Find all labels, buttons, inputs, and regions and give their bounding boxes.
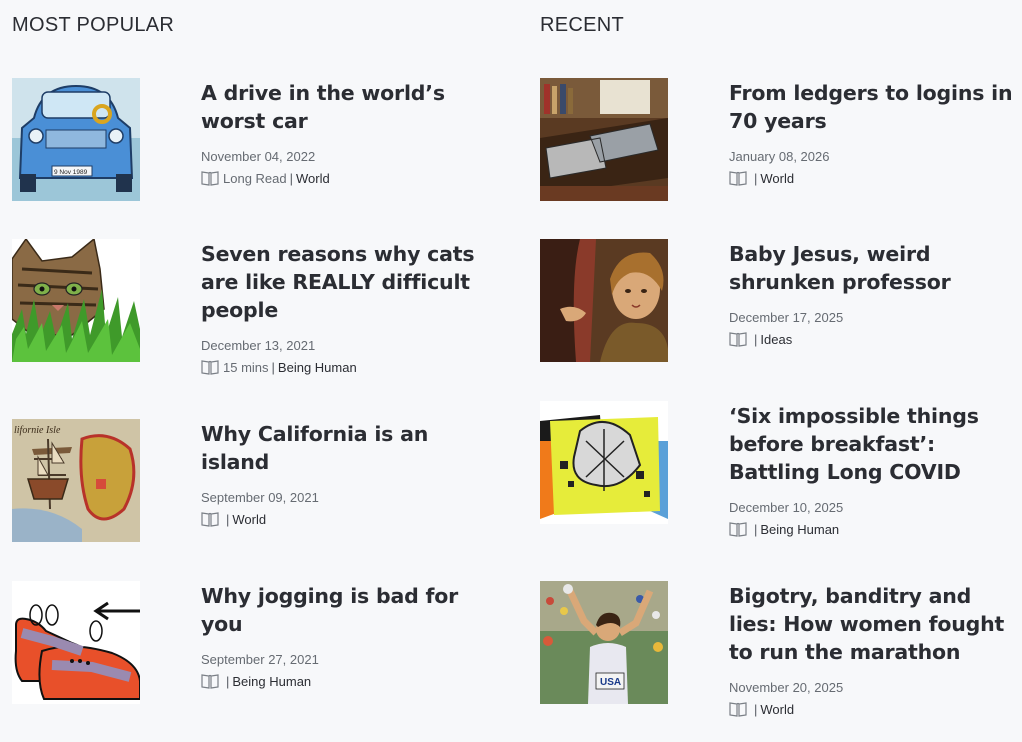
open-book-icon [201,673,219,689]
article-info: ‘Six impossible things before breakfast’… [729,401,1019,537]
article-category-link[interactable]: World [760,171,794,186]
article-readtime: Long Read [223,170,287,186]
article-card: 9 Nov 1989 A drive in the world’s worst … [12,78,492,208]
meta-separator: | [226,511,230,527]
article-date: December 17, 2025 [729,310,844,325]
meta-separator: | [271,359,275,375]
article-category-link[interactable]: Being Human [232,674,311,689]
article-title-link[interactable]: Seven reasons why cats are like REALLY d… [201,240,491,324]
meta-separator: | [754,521,758,537]
article-thumbnail-painting[interactable] [540,239,668,362]
article-category-link[interactable]: World [296,171,330,186]
article-card: Why jogging is bad for you September 27,… [12,581,492,711]
most-popular-heading: MOST POPULAR [12,14,175,36]
article-title-link[interactable]: ‘Six impossible things before breakfast’… [729,402,1019,486]
article-meta: | World [201,511,491,527]
car-plate-text: 9 Nov 1989 [54,169,88,176]
article-title-link[interactable]: A drive in the world’s worst car [201,79,491,135]
article-meta: | Being Human [201,673,491,689]
runner-bib-text: USA [600,677,621,688]
article-title-link[interactable]: Why jogging is bad for you [201,582,491,638]
article-date: November 20, 2025 [729,680,844,695]
article-info: A drive in the world’s worst car Novembe… [201,78,491,186]
article-category-link[interactable]: Being Human [760,522,839,537]
article-thumbnail-ledgers[interactable] [540,78,668,201]
article-card: USA Bigotry, banditry and lies: How wome… [540,581,1020,717]
open-book-icon [729,170,747,186]
article-date: December 10, 2025 [729,500,844,515]
article-readtime: 15 mins [223,359,269,375]
article-thumbnail-shoes[interactable] [12,581,140,704]
article-title-link[interactable]: Why California is an island [201,420,491,476]
meta-separator: | [754,331,758,347]
article-thumbnail-collage[interactable] [540,401,668,524]
open-book-icon [201,359,219,375]
article-title-link[interactable]: From ledgers to logins in 70 years [729,79,1019,135]
article-card: ‘Six impossible things before breakfast’… [540,401,1020,537]
meta-separator: | [289,170,294,186]
article-card: Seven reasons why cats are like REALLY d… [12,239,492,375]
open-book-icon [729,701,747,717]
article-info: Why jogging is bad for you September 27,… [201,581,491,689]
meta-separator: | [754,701,758,717]
article-thumbnail-cat[interactable] [12,239,140,362]
article-card: lifornie Isle Why California is an islan… [12,419,492,549]
article-date: September 27, 2021 [201,652,319,667]
article-info: Bigotry, banditry and lies: How women fo… [729,581,1019,717]
map-label-text: lifornie Isle [14,425,61,436]
article-info: Why California is an island September 09… [201,419,491,527]
open-book-icon [729,521,747,537]
recent-heading: RECENT [540,14,625,36]
article-title-link[interactable]: Baby Jesus, weird shrunken professor [729,240,1019,296]
article-info: Baby Jesus, weird shrunken professor Dec… [729,239,1019,347]
article-date: November 04, 2022 [201,149,316,164]
article-card: Baby Jesus, weird shrunken professor Dec… [540,239,1020,369]
article-meta: | Ideas [729,331,1019,347]
article-thumbnail-runner[interactable]: USA [540,581,668,704]
article-thumbnail-map[interactable]: lifornie Isle [12,419,140,542]
meta-separator: | [754,170,758,186]
article-category-link[interactable]: Ideas [760,332,792,347]
article-info: Seven reasons why cats are like REALLY d… [201,239,491,375]
open-book-icon [729,331,747,347]
meta-separator: | [226,673,230,689]
article-category-link[interactable]: World [760,702,794,717]
article-card: From ledgers to logins in 70 years Janua… [540,78,1020,208]
article-meta: 15 mins | Being Human [201,359,491,375]
article-category-link[interactable]: Being Human [278,360,357,375]
article-meta: Long Read | World [201,170,491,186]
article-date: January 08, 2026 [729,149,830,164]
article-date: September 09, 2021 [201,490,319,505]
article-title-link[interactable]: Bigotry, banditry and lies: How women fo… [729,582,1019,666]
open-book-icon [201,170,219,186]
article-category-link[interactable]: World [232,512,266,527]
article-date: December 13, 2021 [201,338,316,353]
article-meta: | World [729,701,1019,717]
article-meta: | World [729,170,1019,186]
article-thumbnail-car[interactable]: 9 Nov 1989 [12,78,140,201]
article-meta: | Being Human [729,521,1019,537]
article-info: From ledgers to logins in 70 years Janua… [729,78,1019,186]
open-book-icon [201,511,219,527]
